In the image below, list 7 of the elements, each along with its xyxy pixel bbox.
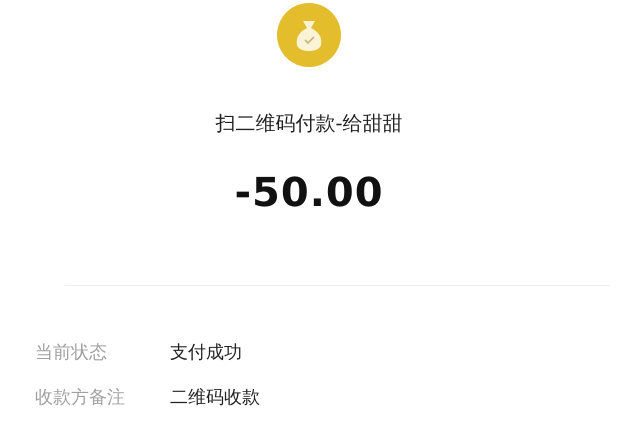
detail-value: 二维码收款	[170, 386, 260, 410]
detail-label: 当前状态	[35, 341, 108, 365]
payment-title: 扫二维码付款-给甜甜	[215, 111, 403, 135]
money-bag-icon	[277, 3, 341, 67]
detail-label: 收款方备注	[35, 386, 126, 410]
payment-amount: -50.00	[234, 171, 384, 215]
detail-value: 支付成功	[170, 341, 242, 365]
